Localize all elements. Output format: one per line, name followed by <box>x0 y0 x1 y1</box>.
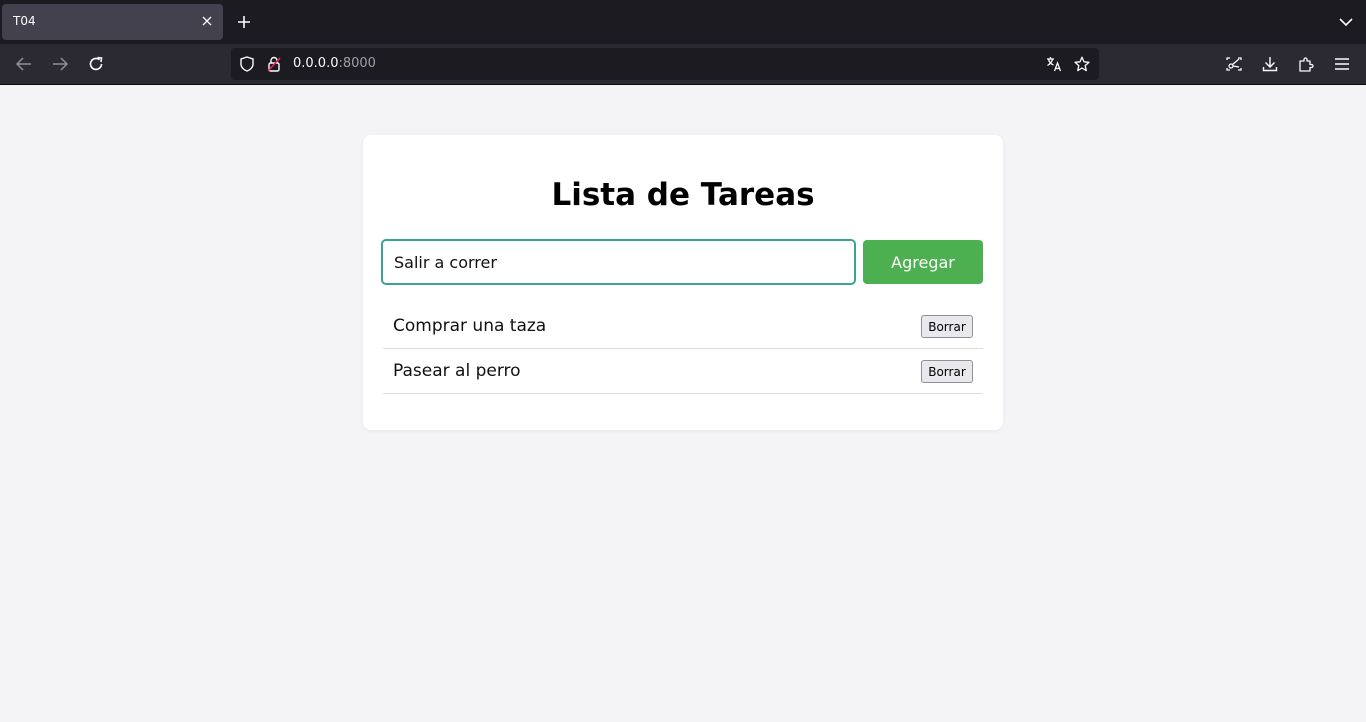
download-icon[interactable] <box>1260 54 1280 74</box>
chevron-down-icon[interactable] <box>1338 14 1354 30</box>
tab-title: T04 <box>13 14 36 28</box>
tab-t04[interactable]: T04 <box>2 4 223 40</box>
task-text: Comprar una taza <box>393 316 547 336</box>
url-port: :8000 <box>338 56 376 71</box>
url-bar[interactable]: 0.0.0.0:8000 <box>231 48 1099 80</box>
plus-icon[interactable] <box>234 12 254 32</box>
delete-task-button[interactable]: Borrar <box>921 315 973 338</box>
translate-icon[interactable] <box>1046 56 1062 72</box>
forward-arrow-icon[interactable] <box>50 54 70 74</box>
close-icon[interactable] <box>199 13 215 29</box>
reload-icon[interactable] <box>86 54 106 74</box>
page-title: Lista de Tareas <box>551 177 815 213</box>
todo-card: Lista de Tareas Agregar Comprar una taza… <box>363 135 1003 430</box>
extensions-icon[interactable] <box>1296 54 1316 74</box>
task-item: Comprar una taza Borrar <box>383 304 983 349</box>
url-host: 0.0.0.0 <box>293 56 339 71</box>
star-icon[interactable] <box>1074 56 1090 72</box>
task-list: Comprar una taza Borrar Pasear al perro … <box>383 304 983 394</box>
lock-icon[interactable] <box>266 56 282 72</box>
menu-icon[interactable] <box>1332 54 1352 74</box>
tab-strip: T04 <box>0 0 1366 44</box>
back-arrow-icon[interactable] <box>14 54 34 74</box>
navigation-toolbar: 0.0.0.0:8000 <box>0 44 1366 85</box>
task-input[interactable] <box>381 239 856 285</box>
delete-task-button[interactable]: Borrar <box>921 360 973 383</box>
page-viewport: Lista de Tareas Agregar Comprar una taza… <box>0 85 1366 722</box>
shield-icon[interactable] <box>239 56 255 72</box>
add-task-button[interactable]: Agregar <box>863 240 983 284</box>
task-text: Pasear al perro <box>393 361 521 381</box>
task-item: Pasear al perro Borrar <box>383 349 983 394</box>
url-text: 0.0.0.0:8000 <box>293 56 376 71</box>
screenshot-icon[interactable] <box>1224 54 1244 74</box>
